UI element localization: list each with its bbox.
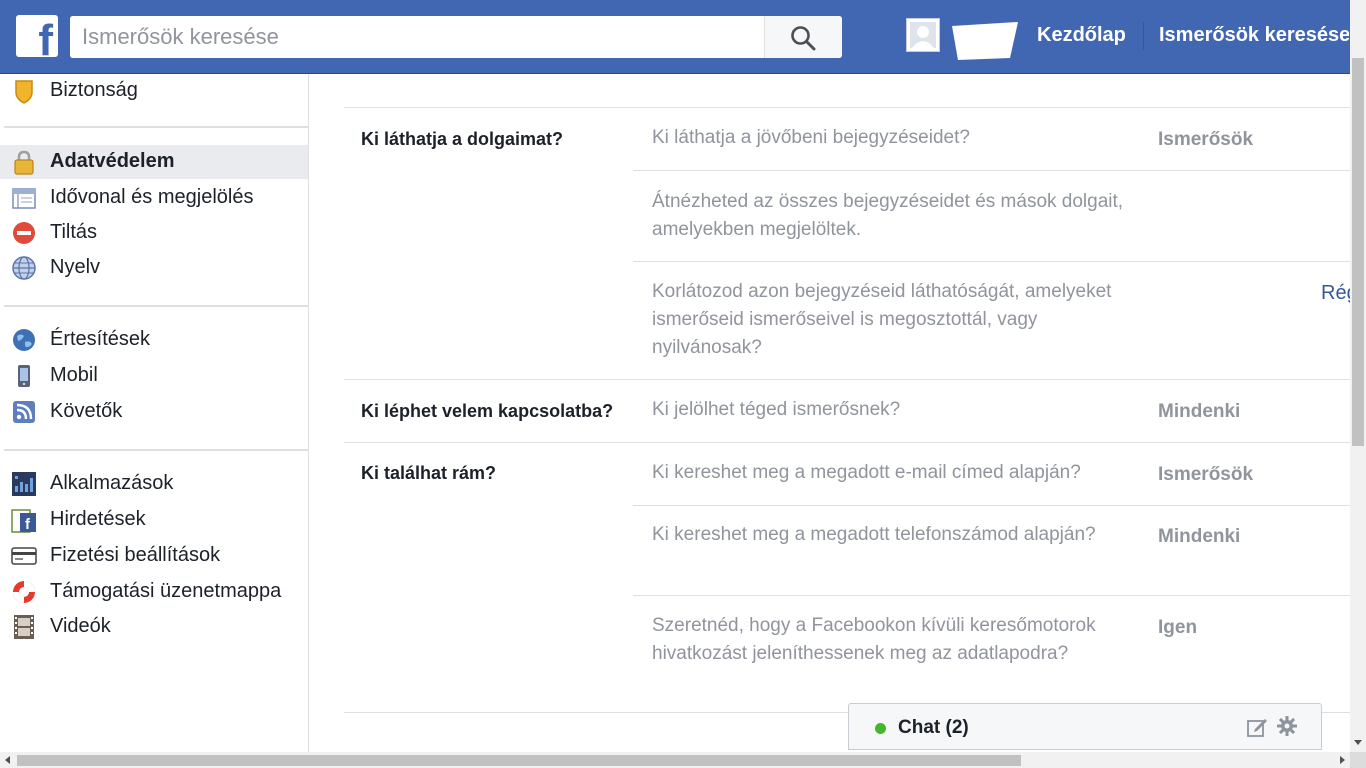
sidebar-item-label: Biztonság (50, 79, 138, 101)
sidebar-item-label: Idővonal és megjelölés (50, 186, 254, 208)
compose-message-icon[interactable] (1246, 716, 1268, 738)
row-value: Ismerősök (1158, 464, 1254, 485)
sidebar-item-followers[interactable]: Követők (0, 395, 308, 429)
logo-letter: f (38, 16, 53, 58)
credit-card-icon (11, 547, 37, 565)
row-question: Ki láthatja a jövőbeni bejegyzéseidet? (652, 127, 970, 148)
sidebar-item-language[interactable]: Nyelv (0, 251, 308, 285)
sidebar-item-label: Hirdetések (50, 508, 146, 530)
search-icon (791, 26, 816, 51)
facebook-logo[interactable]: f (16, 15, 58, 57)
row-question: Ki kereshet meg a megadott e-mail címed … (652, 462, 1081, 483)
scroll-down-arrow-icon[interactable] (1354, 740, 1362, 745)
section-heading-who-can-contact: Ki léphet velem kapcsolatba? (361, 401, 614, 421)
row-value: Mindenki (1158, 401, 1241, 422)
row-question: Átnézheted az összes bejegyzéseidet és m… (652, 191, 1124, 240)
sidebar-item-security[interactable]: Biztonság (0, 74, 308, 108)
sidebar-item-apps[interactable]: Alkalmazások (0, 467, 308, 501)
sidebar-item-label: Nyelv (50, 256, 101, 278)
horizontal-scroll-thumb[interactable] (17, 755, 1021, 766)
privacy-settings-panel: Ki láthatja a dolgaimat? Ki láthatja a j… (310, 74, 1350, 754)
online-status-dot (875, 723, 886, 734)
film-icon (14, 615, 34, 639)
mobile-icon (18, 365, 30, 387)
section-heading-who-can-find: Ki találhat rám? (361, 463, 497, 483)
sidebar-item-mobile[interactable]: Mobil (0, 359, 308, 393)
globe-icon (12, 256, 36, 280)
sidebar-item-blocking[interactable]: Tiltás (0, 216, 308, 250)
row-question: Ki kereshet meg a megadott telefonszámod… (652, 524, 1096, 545)
section-divider (344, 379, 1350, 380)
block-icon (13, 222, 35, 244)
search-button[interactable] (764, 16, 842, 58)
shield-icon (15, 80, 33, 104)
nav-home-link[interactable]: Kezdőlap (1037, 24, 1126, 47)
row-value: Igen (1158, 617, 1198, 638)
row-divider (633, 261, 1350, 262)
sidebar-item-timeline[interactable]: Idővonal és megjelölés (0, 181, 308, 215)
scroll-right-arrow-icon[interactable] (1340, 756, 1345, 764)
sidebar-item-label: Mobil (50, 364, 98, 386)
row-question: Ki jelölhet téged ismerősnek? (652, 399, 901, 420)
sidebar-item-notifications[interactable]: Értesítések (0, 323, 308, 357)
section-heading-who-can-see: Ki láthatja a dolgaimat? (361, 129, 564, 149)
sidebar-item-label: Tiltás (50, 221, 98, 243)
chat-label: Chat (2) (898, 717, 969, 738)
sidebar-divider (4, 449, 309, 451)
default-avatar-icon (910, 22, 936, 48)
sidebar-item-ads[interactable]: f Hirdetések (0, 503, 308, 537)
scrollbar-corner (1350, 752, 1366, 768)
row-question: Korlátozod azon bejegyzéseid láthatóságá… (652, 281, 1112, 358)
sidebar-item-videos[interactable]: Videók (0, 610, 308, 644)
row-value: Ismerősök (1158, 129, 1254, 150)
top-bar: f Kezdőlap Ismerősök keresése (0, 0, 1366, 74)
chat-bar[interactable]: Chat (2) (848, 703, 1322, 750)
sidebar-divider (4, 305, 309, 307)
vertical-scroll-thumb[interactable] (1352, 58, 1364, 446)
section-divider (344, 442, 1350, 443)
gear-icon[interactable] (1276, 715, 1298, 737)
profile-avatar[interactable] (906, 18, 940, 52)
sidebar-item-payments[interactable]: Fizetési beállítások (0, 539, 308, 573)
sidebar-item-label: Értesítések (50, 328, 151, 350)
search-bar (70, 16, 842, 58)
sidebar-item-label: Támogatási üzenetmappa (50, 580, 282, 602)
scroll-left-arrow-icon[interactable] (5, 756, 10, 764)
sidebar-item-label: Alkalmazások (50, 472, 174, 494)
sidebar-divider (4, 126, 309, 128)
sidebar-item-label: Fizetési beállítások (50, 544, 221, 566)
sidebar-item-support-inbox[interactable]: Támogatási üzenetmappa (0, 575, 308, 609)
row-divider (344, 107, 1350, 108)
row-value: Mindenki (1158, 526, 1241, 547)
nav-find-friends-link[interactable]: Ismerősök keresése (1159, 24, 1349, 47)
sidebar-item-label: Követők (50, 400, 123, 422)
apps-icon (12, 472, 36, 496)
row-divider (633, 505, 1350, 506)
settings-sidebar: Biztonság Adatvédelem Idővonal és megjel… (0, 74, 309, 754)
timeline-icon (12, 188, 36, 209)
notifications-globe-icon (13, 329, 35, 351)
profile-name-redacted[interactable] (948, 18, 1020, 60)
sidebar-item-label: Videók (50, 615, 111, 637)
redaction-blob-icon (952, 22, 1018, 60)
lifebuoy-icon (13, 581, 35, 603)
limit-past-posts-link[interactable]: Rég (1321, 282, 1350, 305)
search-input[interactable] (70, 16, 764, 58)
row-question: Szeretnéd, hogy a Facebookon kívüli kere… (652, 615, 1096, 664)
horizontal-scrollbar[interactable] (0, 752, 1350, 768)
sidebar-item-privacy[interactable]: Adatvédelem (0, 145, 308, 179)
row-divider (633, 595, 1350, 596)
nav-separator (1143, 22, 1144, 50)
sidebar-item-label: Adatvédelem (50, 150, 175, 172)
lock-icon (14, 150, 34, 175)
ads-icon: f (11, 509, 36, 533)
vertical-scrollbar[interactable] (1350, 0, 1366, 752)
row-divider (633, 170, 1350, 171)
rss-icon (13, 401, 35, 423)
